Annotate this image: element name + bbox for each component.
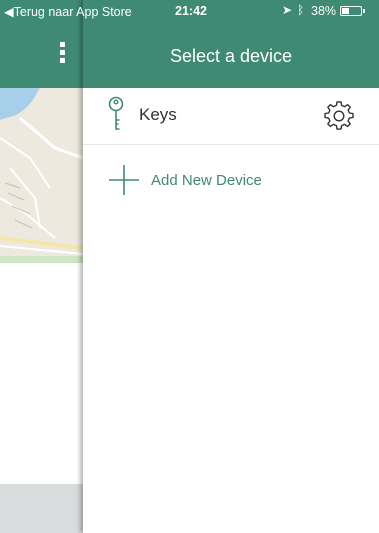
location-arrow-icon: ➤	[282, 3, 293, 17]
key-icon	[108, 96, 124, 130]
gear-icon[interactable]	[324, 101, 354, 131]
battery-icon	[340, 6, 362, 16]
bluetooth-icon: ᛒ	[297, 3, 305, 17]
add-new-device-button[interactable]: Add New Device	[83, 145, 379, 219]
map-streets	[0, 88, 83, 263]
background-app	[0, 0, 83, 533]
kebab-menu-icon[interactable]	[57, 42, 67, 66]
background-footer	[0, 484, 83, 533]
status-time: 21:42	[175, 4, 207, 18]
battery-percent: 38%	[311, 4, 337, 18]
status-bar: ◀Terug naar App Store 21:42 ➤ ᛒ 38%	[0, 0, 379, 22]
device-selector-panel: Select a device Keys Add New Device	[83, 0, 379, 533]
add-new-device-label: Add New Device	[151, 172, 262, 189]
device-list-item[interactable]: Keys	[83, 88, 379, 145]
device-name: Keys	[139, 105, 177, 124]
back-to-app-store-link[interactable]: ◀Terug naar App Store	[4, 4, 132, 19]
page-title: Select a device	[169, 46, 293, 66]
plus-icon	[109, 165, 139, 195]
map-view[interactable]	[0, 88, 83, 263]
battery-tip	[363, 9, 365, 13]
